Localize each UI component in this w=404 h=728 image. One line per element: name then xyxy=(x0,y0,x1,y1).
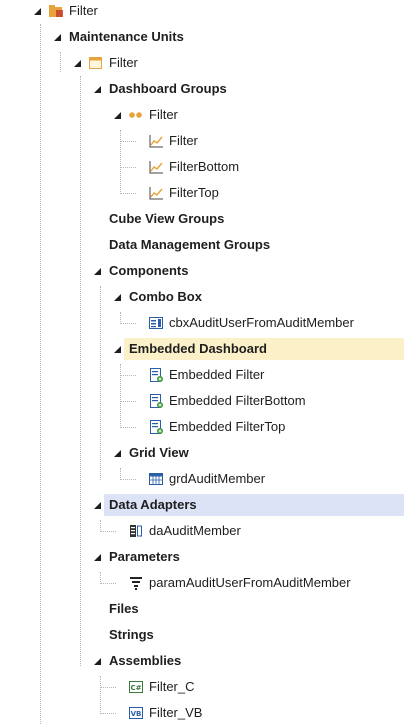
maintenance-tree: Filter Maintenance Units Filter Dashboar… xyxy=(0,0,404,728)
vb-file-icon: VB xyxy=(128,705,144,721)
tree-node-assembly-item[interactable]: VB Filter_VB xyxy=(0,702,404,724)
dashboard-chart-icon xyxy=(148,133,164,149)
tree-node-dashboard-group-filter[interactable]: Filter xyxy=(0,104,404,126)
workspace-folder-icon xyxy=(48,3,64,19)
dashboard-group-icon xyxy=(128,107,144,123)
tree-node-label: FilterBottom xyxy=(169,159,240,174)
embedded-dashboard-icon xyxy=(148,367,164,383)
tree-node-label: Grid View xyxy=(129,445,189,460)
tree-node-label: Embedded FilterTop xyxy=(169,419,286,434)
tree-node-embedded-dashboard-item[interactable]: Embedded FilterTop xyxy=(0,416,404,438)
tree-node-label: Combo Box xyxy=(129,289,202,304)
maintenance-unit-icon xyxy=(88,55,104,71)
tree-node-dashboard-groups[interactable]: Dashboard Groups xyxy=(0,78,404,100)
tree-node-embedded-dashboard-item[interactable]: Embedded Filter xyxy=(0,364,404,386)
collapse-caret-icon[interactable] xyxy=(92,498,104,512)
collapse-caret-icon[interactable] xyxy=(92,264,104,278)
dashboard-chart-icon xyxy=(148,159,164,175)
svg-text:C#: C# xyxy=(130,684,141,692)
tree-node-parameter-item[interactable]: paramAuditUserFromAuditMember xyxy=(0,572,404,594)
collapse-caret-icon[interactable] xyxy=(32,4,44,18)
svg-text:VB: VB xyxy=(131,710,142,718)
tree-node-grid-view-item[interactable]: grdAuditMember xyxy=(0,468,404,490)
tree-node-label: Data Adapters xyxy=(109,497,197,512)
tree-node-assemblies[interactable]: Assemblies xyxy=(0,650,404,672)
tree-node-label: Parameters xyxy=(109,549,180,564)
tree-node-label: Filter_C xyxy=(149,679,195,694)
tree-node-label: Data Management Groups xyxy=(109,237,271,252)
embedded-dashboard-icon xyxy=(148,393,164,409)
tree-node-data-adapter-item[interactable]: daAuditMember xyxy=(0,520,404,542)
tree-node-label: Embedded Dashboard xyxy=(129,341,267,356)
tree-node-label: cbxAuditUserFromAuditMember xyxy=(169,315,354,330)
tree-node-label: Strings xyxy=(109,627,154,642)
collapse-caret-icon[interactable] xyxy=(92,550,104,564)
tree-node-dashboard[interactable]: FilterTop xyxy=(0,182,404,204)
tree-node-label: FilterTop xyxy=(169,185,219,200)
collapse-caret-icon[interactable] xyxy=(72,56,84,70)
tree-node-embedded-dashboard-item[interactable]: Embedded FilterBottom xyxy=(0,390,404,412)
collapse-caret-icon[interactable] xyxy=(92,82,104,96)
tree-node-label: Filter xyxy=(109,55,138,70)
tree-node-unit-filter[interactable]: Filter xyxy=(0,52,404,74)
tree-node-dashboard[interactable]: Filter xyxy=(0,130,404,152)
tree-node-label: Cube View Groups xyxy=(109,211,225,226)
tree-node-dashboard[interactable]: FilterBottom xyxy=(0,156,404,178)
tree-node-cube-view-groups[interactable]: Cube View Groups xyxy=(0,208,404,230)
tree-node-label: paramAuditUserFromAuditMember xyxy=(149,575,351,590)
tree-node-label: Embedded Filter xyxy=(169,367,265,382)
combo-box-component-icon xyxy=(148,315,164,331)
collapse-caret-icon[interactable] xyxy=(112,342,124,356)
tree-node-combo-box[interactable]: Combo Box xyxy=(0,286,404,308)
tree-node-label: Files xyxy=(109,601,139,616)
collapse-caret-icon[interactable] xyxy=(52,30,64,44)
dashboard-chart-icon xyxy=(148,185,164,201)
parameter-filter-icon xyxy=(128,575,144,591)
collapse-caret-icon[interactable] xyxy=(112,290,124,304)
grid-view-icon xyxy=(148,471,164,487)
collapse-caret-icon[interactable] xyxy=(112,446,124,460)
embedded-dashboard-icon xyxy=(148,419,164,435)
tree-node-files[interactable]: Files xyxy=(0,598,404,620)
tree-node-parameters[interactable]: Parameters xyxy=(0,546,404,568)
tree-node-label: grdAuditMember xyxy=(169,471,266,486)
tree-node-components[interactable]: Components xyxy=(0,260,404,282)
tree-node-label: Dashboard Groups xyxy=(109,81,227,96)
tree-node-data-adapters[interactable]: Data Adapters xyxy=(0,494,404,516)
tree-node-label: Assemblies xyxy=(109,653,182,668)
tree-node-data-management-groups[interactable]: Data Management Groups xyxy=(0,234,404,256)
tree-node-label: Filter xyxy=(169,133,198,148)
tree-node-combo-box-item[interactable]: cbxAuditUserFromAuditMember xyxy=(0,312,404,334)
tree-node-label: daAuditMember xyxy=(149,523,241,538)
tree-node-embedded-dashboard[interactable]: Embedded Dashboard xyxy=(0,338,404,360)
data-adapter-icon xyxy=(128,523,144,539)
tree-node-label: Filter_VB xyxy=(149,705,203,720)
tree-node-strings[interactable]: Strings xyxy=(0,624,404,646)
tree-node-label: Filter xyxy=(149,107,178,122)
tree-node-label: Filter xyxy=(69,3,98,18)
tree-node-assembly-item[interactable]: C# Filter_C xyxy=(0,676,404,698)
tree-node-label: Maintenance Units xyxy=(69,29,184,44)
csharp-file-icon: C# xyxy=(128,679,144,695)
tree-node-grid-view[interactable]: Grid View xyxy=(0,442,404,464)
tree-node-maintenance-units[interactable]: Maintenance Units xyxy=(0,26,404,48)
tree-node-label: Components xyxy=(109,263,189,278)
collapse-caret-icon[interactable] xyxy=(92,654,104,668)
tree-node-root-filter[interactable]: Filter xyxy=(0,0,404,22)
collapse-caret-icon[interactable] xyxy=(112,108,124,122)
tree-node-label: Embedded FilterBottom xyxy=(169,393,306,408)
